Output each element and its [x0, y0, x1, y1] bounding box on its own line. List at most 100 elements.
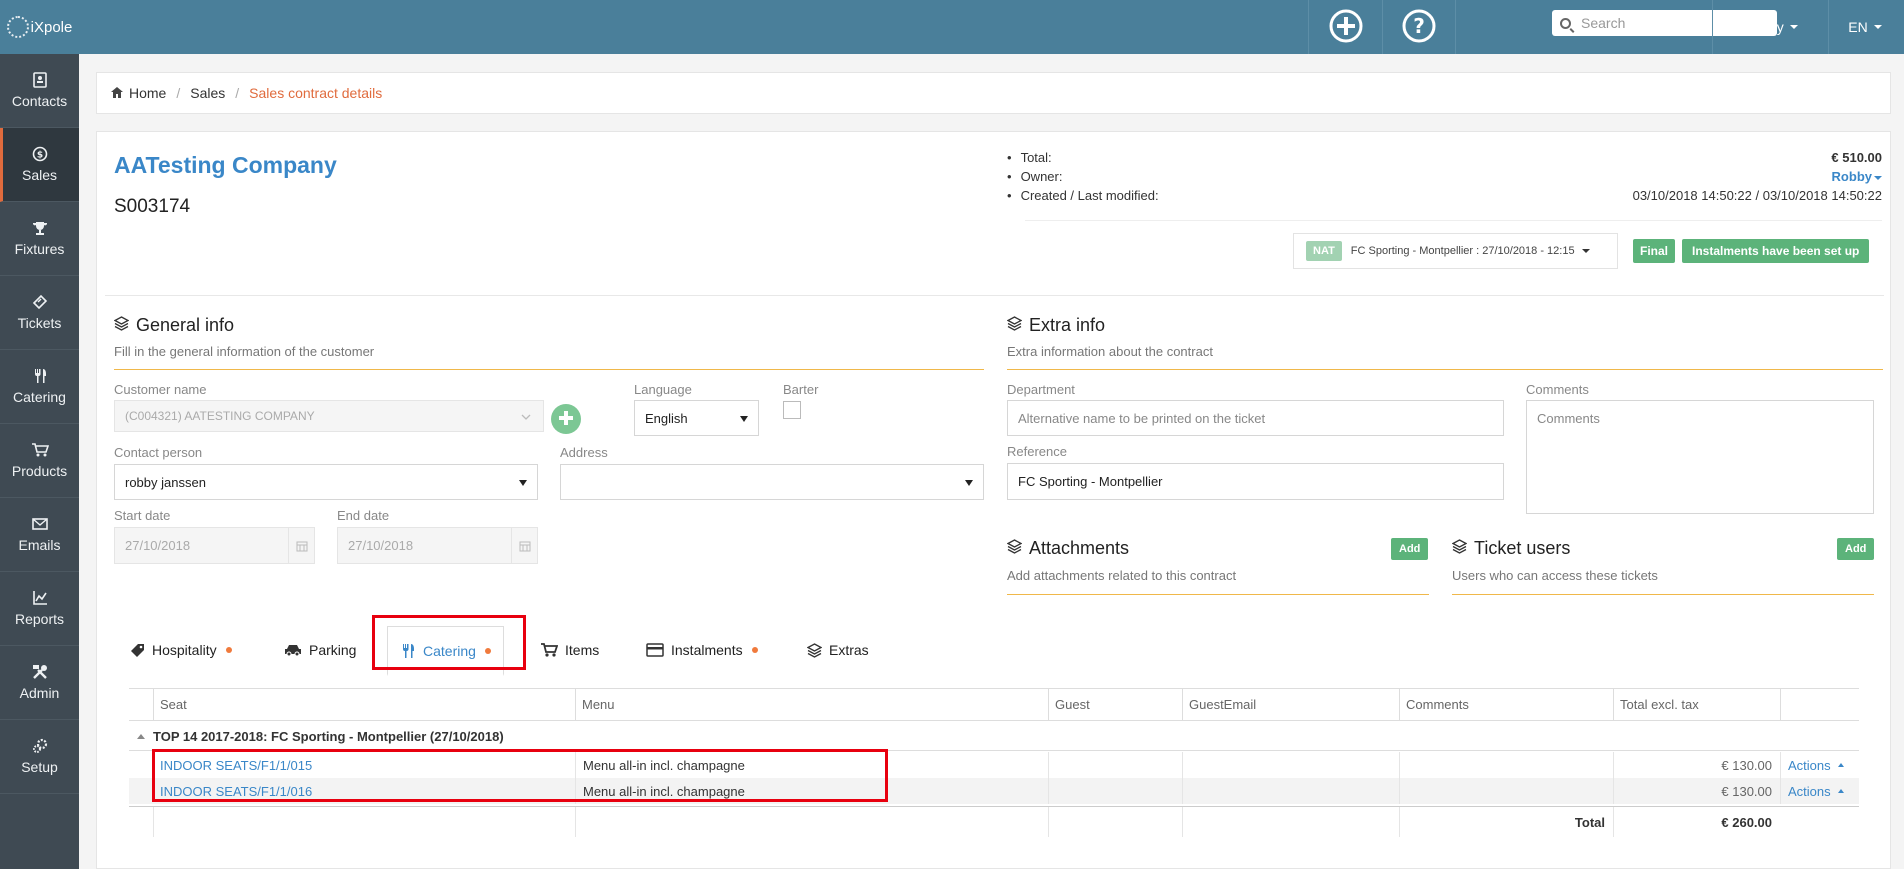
general-info-subtitle: Fill in the general information of the c… [114, 344, 375, 359]
modified-value: 03/10/2018 14:50:22 / 03/10/2018 14:50:2… [1632, 188, 1882, 203]
extra-info-subtitle: Extra information about the contract [1007, 344, 1213, 359]
language-menu[interactable]: EN [1828, 0, 1901, 54]
tab-extras[interactable]: Extras [807, 632, 869, 668]
tab-indicator-dot [751, 647, 758, 653]
chevron-down-icon [1873, 25, 1882, 29]
tag-icon [130, 643, 145, 658]
attachments-title-text: Attachments [1029, 538, 1130, 558]
breadcrumb-separator: / [176, 85, 181, 101]
actions-dropdown[interactable]: Actions [1780, 752, 1859, 778]
actions-dropdown[interactable]: Actions [1780, 778, 1859, 804]
department-input[interactable]: Alternative name to be printed on the ti… [1007, 400, 1504, 436]
tab-parking[interactable]: Parking [284, 632, 356, 668]
tab-items[interactable]: Items [540, 632, 599, 668]
sidebar-item-reports[interactable]: Reports [0, 572, 79, 646]
contract-number: S003174 [114, 196, 191, 217]
add-button[interactable] [1308, 0, 1382, 54]
language-select[interactable]: English [634, 400, 759, 436]
total-value: € 510.00 [1831, 150, 1882, 165]
ticket-users-title-text: Ticket users [1474, 538, 1571, 558]
collapse-triangle-icon[interactable] [137, 733, 145, 739]
envelope-icon [31, 516, 49, 532]
tab-label: Parking [309, 642, 357, 658]
empty-cell [1048, 807, 1182, 837]
sidebar-item-sales[interactable]: $ Sales [0, 128, 79, 202]
sidebar-item-products[interactable]: Products [0, 424, 79, 498]
comments-cell [1399, 752, 1613, 778]
chevron-down-icon [1581, 249, 1590, 253]
total-cell: € 130.00 [1613, 752, 1780, 778]
end-date-label: End date [337, 508, 390, 523]
svg-text:$: $ [36, 151, 42, 161]
group-label: TOP 14 2017-2018: FC Sporting - Montpell… [153, 728, 504, 744]
empty-cell [575, 807, 1048, 837]
start-date-input: 27/10/2018 [114, 527, 315, 564]
add-attachment-button[interactable]: Add [1391, 538, 1429, 560]
breadcrumb-home[interactable]: Home [129, 85, 166, 101]
calendar-icon [511, 528, 537, 563]
sidebar-item-setup[interactable]: Setup [0, 720, 79, 794]
tab-instalments[interactable]: Instalments [646, 632, 758, 668]
contact-person-value: robby janssen [125, 474, 206, 490]
guest-cell [1048, 778, 1182, 804]
brand-logo[interactable]: iXpole [0, 0, 79, 54]
breadcrumb: Home / Sales / Sales contract details [96, 72, 1891, 114]
chevron-down-icon [519, 480, 527, 486]
highlight-catering-rows [152, 749, 888, 802]
search-icon [1560, 17, 1571, 29]
fixture-selector[interactable]: NAT FC Sporting - Montpellier : 27/10/20… [1293, 233, 1618, 269]
sidebar-item-label: Sales [21, 167, 58, 183]
ticket-users-title: Ticket users [1451, 538, 1571, 559]
user-menu[interactable]: Robby [1712, 0, 1828, 54]
company-name[interactable]: AATesting Company [114, 152, 337, 179]
tab-hospitality[interactable]: Hospitality [130, 632, 232, 668]
group-row[interactable]: TOP 14 2017-2018: FC Sporting - Montpell… [129, 722, 1859, 751]
table-header: Seat Menu Guest GuestEmail Comments Tota… [129, 688, 1859, 721]
barter-checkbox[interactable] [783, 401, 801, 419]
tab-label: Hospitality [152, 642, 217, 658]
ticket-users-underline [1452, 594, 1874, 595]
customer-name-label: Customer name [114, 382, 207, 397]
cart-icon [540, 642, 558, 658]
ticket-users-subtitle: Users who can access these tickets [1452, 568, 1658, 583]
sidebar-item-emails[interactable]: Emails [0, 498, 79, 572]
tab-label: Extras [829, 642, 869, 658]
column-header-guest-email[interactable]: GuestEmail [1182, 689, 1399, 720]
breadcrumb-sales[interactable]: Sales [190, 85, 225, 101]
column-header-guest[interactable]: Guest [1048, 689, 1182, 720]
reference-input[interactable]: FC Sporting - Montpellier [1007, 463, 1504, 500]
sidebar-item-admin[interactable]: Admin [0, 646, 79, 720]
chevron-down-icon [1789, 25, 1798, 29]
owner-dropdown[interactable]: Robby [1832, 169, 1882, 184]
contact-person-select[interactable]: robby janssen [114, 464, 538, 500]
sidebar-item-catering[interactable]: Catering [0, 350, 79, 424]
add-ticket-user-button[interactable]: Add [1837, 538, 1875, 560]
sidebar-item-label: Admin [19, 685, 60, 701]
column-header-seat[interactable]: Seat [153, 689, 575, 720]
chevron-down-icon [1874, 175, 1882, 180]
column-header-menu[interactable]: Menu [575, 689, 1048, 720]
layers-icon [1006, 315, 1023, 336]
gears-icon [31, 738, 49, 754]
comments-textarea[interactable]: Comments [1526, 400, 1874, 514]
column-header-comments[interactable]: Comments [1399, 689, 1613, 720]
svg-text:?: ? [1413, 14, 1425, 38]
language-value: English [645, 410, 688, 426]
column-header-total[interactable]: Total excl. tax [1613, 689, 1780, 720]
chevron-down-icon [521, 410, 531, 424]
layers-icon [1006, 538, 1023, 559]
top-bar: ? Search Robby EN [79, 0, 1904, 54]
sidebar-item-fixtures[interactable]: Fixtures [0, 202, 79, 276]
sidebar-item-label: Setup [21, 759, 58, 775]
chevron-up-icon [1837, 763, 1844, 767]
address-select[interactable] [560, 464, 984, 500]
user-name: Robby [1743, 19, 1784, 35]
nat-badge: NAT [1306, 241, 1342, 261]
help-button[interactable]: ? [1382, 0, 1456, 54]
sidebar-item-tickets[interactable]: Tickets [0, 276, 79, 350]
comments-placeholder: Comments [1537, 411, 1600, 426]
modified-label: Created / Last modified: [1007, 188, 1159, 203]
add-customer-button[interactable] [551, 404, 581, 434]
column-header-actions [1780, 689, 1859, 720]
sidebar-item-contacts[interactable]: Contacts [0, 54, 79, 128]
